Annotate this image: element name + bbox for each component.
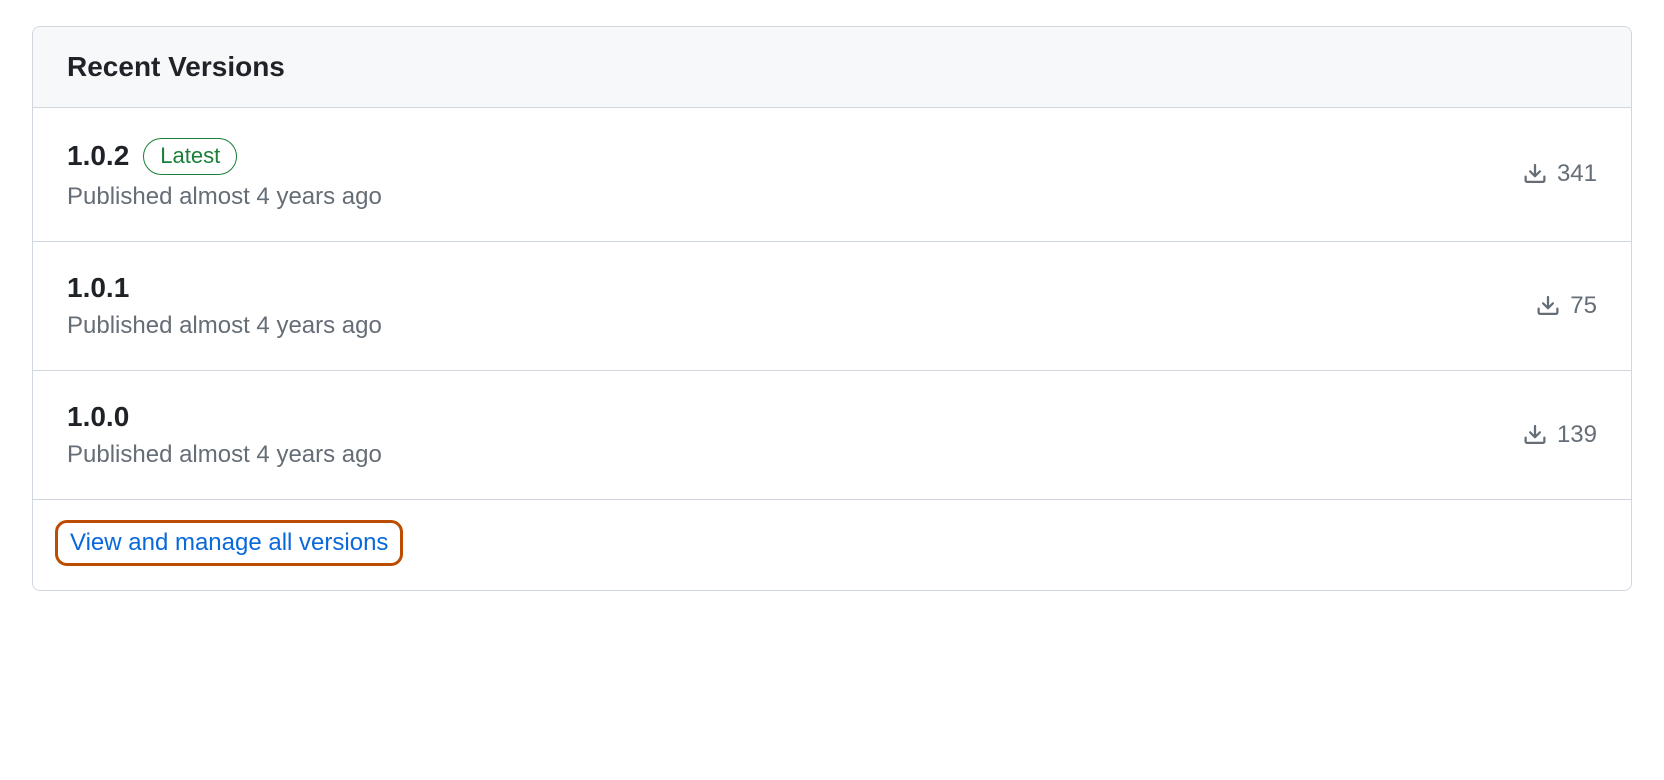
version-info: 1.0.2 Latest Published almost 4 years ag… [67, 138, 382, 211]
download-count: 341 [1557, 160, 1597, 188]
view-manage-versions-link[interactable]: View and manage all versions [70, 529, 388, 557]
version-info: 1.0.0 Published almost 4 years ago [67, 401, 382, 469]
download-icon [1523, 423, 1547, 447]
version-downloads: 139 [1523, 421, 1597, 449]
version-head: 1.0.2 Latest [67, 138, 382, 175]
version-row[interactable]: 1.0.1 Published almost 4 years ago 75 [33, 242, 1631, 371]
version-info: 1.0.1 Published almost 4 years ago [67, 272, 382, 340]
download-icon [1536, 294, 1560, 318]
version-published: Published almost 4 years ago [67, 441, 382, 469]
highlight-annotation: View and manage all versions [55, 520, 403, 566]
version-head: 1.0.1 [67, 272, 382, 304]
version-number: 1.0.0 [67, 401, 129, 433]
recent-versions-panel: Recent Versions 1.0.2 Latest Published a… [32, 26, 1632, 591]
version-downloads: 75 [1536, 292, 1597, 320]
panel-footer: View and manage all versions [33, 500, 1631, 590]
download-icon [1523, 162, 1547, 186]
version-number: 1.0.1 [67, 272, 129, 304]
version-published: Published almost 4 years ago [67, 183, 382, 211]
panel-header: Recent Versions [33, 27, 1631, 108]
panel-title: Recent Versions [67, 51, 1597, 83]
version-downloads: 341 [1523, 160, 1597, 188]
version-number: 1.0.2 [67, 140, 129, 172]
version-row[interactable]: 1.0.0 Published almost 4 years ago 139 [33, 371, 1631, 500]
version-row[interactable]: 1.0.2 Latest Published almost 4 years ag… [33, 108, 1631, 242]
download-count: 75 [1570, 292, 1597, 320]
version-head: 1.0.0 [67, 401, 382, 433]
download-count: 139 [1557, 421, 1597, 449]
latest-badge: Latest [143, 138, 237, 175]
version-published: Published almost 4 years ago [67, 312, 382, 340]
